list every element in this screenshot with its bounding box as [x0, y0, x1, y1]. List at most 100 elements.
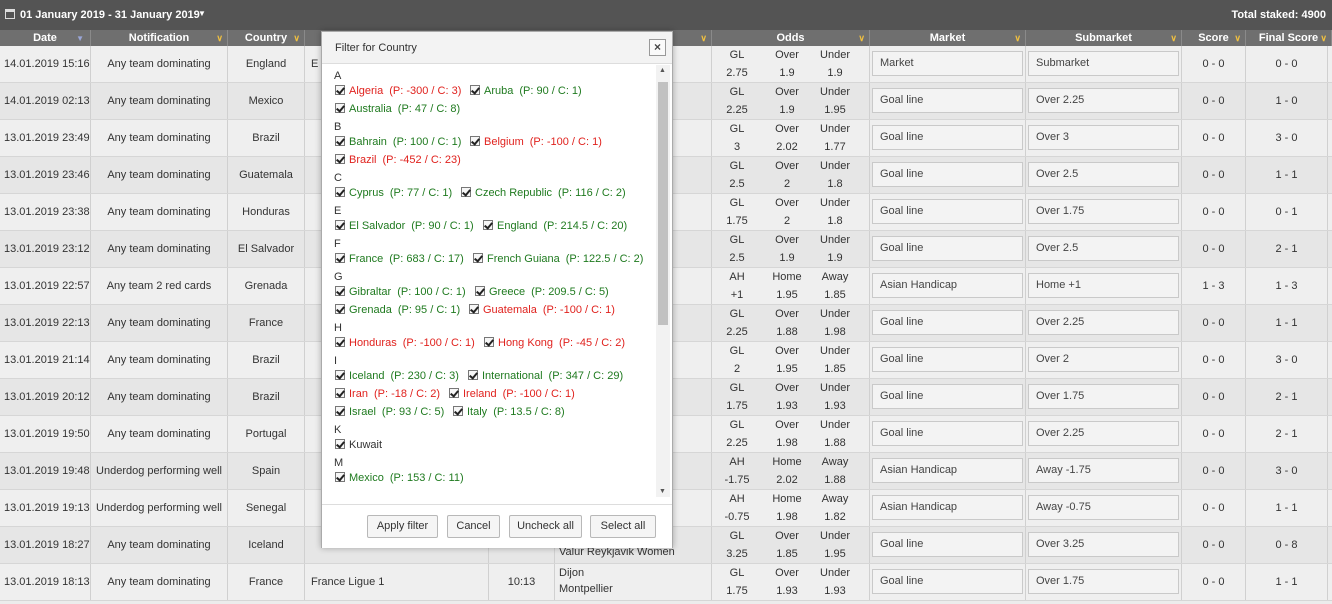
- submarket-field[interactable]: Over 1.75: [1028, 569, 1179, 594]
- apply-filter-button[interactable]: Apply filter: [367, 515, 438, 538]
- date-range-picker[interactable]: 01 January 2019 - 31 January 2019: [20, 9, 200, 21]
- country-checkbox[interactable]: Hong Kong (P: -45 / C: 2): [484, 337, 625, 349]
- caret-down-icon[interactable]: ▼: [198, 9, 206, 18]
- checkbox-checked-icon[interactable]: [335, 136, 345, 146]
- country-checkbox[interactable]: Gibraltar (P: 100 / C: 1): [335, 286, 466, 298]
- country-checkbox[interactable]: Belgium (P: -100 / C: 1): [470, 136, 602, 148]
- country-checkbox[interactable]: England (P: 214.5 / C: 20): [483, 220, 627, 232]
- country-checkbox[interactable]: Mexico (P: 153 / C: 11): [335, 472, 464, 484]
- country-checkbox[interactable]: French Guiana (P: 122.5 / C: 2): [473, 253, 643, 265]
- country-checkbox[interactable]: Algeria (P: -300 / C: 3): [335, 85, 461, 97]
- submarket-field[interactable]: Over 2: [1028, 347, 1179, 372]
- checkbox-checked-icon[interactable]: [475, 286, 485, 296]
- market-field[interactable]: Asian Handicap: [872, 495, 1023, 520]
- uncheck-all-button[interactable]: Uncheck all: [509, 515, 582, 538]
- checkbox-checked-icon[interactable]: [335, 220, 345, 230]
- chevron-down-icon[interactable]: ∨: [1014, 30, 1021, 46]
- country-checkbox[interactable]: Australia (P: 47 / C: 8): [335, 103, 460, 115]
- checkbox-checked-icon[interactable]: [335, 388, 345, 398]
- scroll-down-icon[interactable]: ▼: [659, 488, 666, 495]
- column-header-final-score[interactable]: Final Score ∨: [1246, 30, 1332, 46]
- table-row[interactable]: 13.01.2019 18:13 Any team dominating Franc…: [0, 564, 1332, 601]
- checkbox-checked-icon[interactable]: [473, 253, 483, 263]
- market-field[interactable]: Goal line: [872, 310, 1023, 335]
- submarket-field[interactable]: Over 2.25: [1028, 310, 1179, 335]
- country-checkbox[interactable]: Iran (P: -18 / C: 2): [335, 388, 440, 400]
- country-checkbox[interactable]: Brazil (P: -452 / C: 23): [335, 154, 461, 166]
- submarket-field[interactable]: Over 2.25: [1028, 88, 1179, 113]
- column-header-submarket[interactable]: Submarket ∨: [1026, 30, 1182, 46]
- market-field[interactable]: Goal line: [872, 199, 1023, 224]
- submarket-field[interactable]: Away -0.75: [1028, 495, 1179, 520]
- chevron-down-icon[interactable]: ∨: [1234, 30, 1241, 46]
- checkbox-checked-icon[interactable]: [461, 187, 471, 197]
- submarket-field[interactable]: Over 2.5: [1028, 236, 1179, 261]
- chevron-down-icon[interactable]: ∨: [1320, 30, 1327, 46]
- country-list[interactable]: A Algeria (P: -300 / C: 3) Aruba (P: 90 / C:…: [322, 64, 672, 504]
- market-field[interactable]: Goal line: [872, 125, 1023, 150]
- checkbox-checked-icon[interactable]: [335, 253, 345, 263]
- market-field[interactable]: Goal line: [872, 532, 1023, 557]
- submarket-field[interactable]: Over 2.25: [1028, 421, 1179, 446]
- country-checkbox[interactable]: Kuwait: [335, 439, 388, 451]
- market-field[interactable]: Goal line: [872, 236, 1023, 261]
- select-all-button[interactable]: Select all: [590, 515, 656, 538]
- sort-desc-icon[interactable]: ▼: [76, 31, 84, 47]
- market-field[interactable]: Goal line: [872, 347, 1023, 372]
- submarket-field[interactable]: Submarket: [1028, 51, 1179, 76]
- checkbox-checked-icon[interactable]: [470, 136, 480, 146]
- market-field[interactable]: Market: [872, 51, 1023, 76]
- chevron-down-icon[interactable]: ∨: [858, 30, 865, 46]
- checkbox-checked-icon[interactable]: [468, 370, 478, 380]
- country-checkbox[interactable]: France (P: 683 / C: 17): [335, 253, 464, 265]
- checkbox-checked-icon[interactable]: [335, 187, 345, 197]
- checkbox-checked-icon[interactable]: [449, 388, 459, 398]
- country-checkbox[interactable]: Aruba (P: 90 / C: 1): [470, 85, 582, 97]
- column-header-market[interactable]: Market ∨: [870, 30, 1026, 46]
- cancel-button[interactable]: Cancel: [447, 515, 500, 538]
- checkbox-checked-icon[interactable]: [469, 304, 479, 314]
- checkbox-checked-icon[interactable]: [335, 472, 345, 482]
- country-checkbox[interactable]: Italy (P: 13.5 / C: 8): [453, 406, 565, 418]
- chevron-down-icon[interactable]: ∨: [293, 30, 300, 46]
- scrollbar-thumb[interactable]: [658, 82, 668, 325]
- submarket-field[interactable]: Home +1: [1028, 273, 1179, 298]
- chevron-down-icon[interactable]: ∨: [216, 30, 223, 46]
- checkbox-checked-icon[interactable]: [335, 337, 345, 347]
- country-checkbox[interactable]: Czech Republic (P: 116 / C: 2): [461, 187, 626, 199]
- dialog-scrollbar[interactable]: ▲ ▼: [656, 65, 670, 497]
- submarket-field[interactable]: Over 1.75: [1028, 384, 1179, 409]
- checkbox-checked-icon[interactable]: [470, 85, 480, 95]
- chevron-down-icon[interactable]: ∨: [700, 30, 707, 46]
- country-checkbox[interactable]: Honduras (P: -100 / C: 1): [335, 337, 475, 349]
- country-checkbox[interactable]: Israel (P: 93 / C: 5): [335, 406, 444, 418]
- submarket-field[interactable]: Over 3: [1028, 125, 1179, 150]
- checkbox-checked-icon[interactable]: [335, 406, 345, 416]
- country-checkbox[interactable]: Guatemala (P: -100 / C: 1): [469, 304, 615, 316]
- country-checkbox[interactable]: Greece (P: 209.5 / C: 5): [475, 286, 609, 298]
- chevron-down-icon[interactable]: ∨: [1170, 30, 1177, 46]
- submarket-field[interactable]: Over 2.5: [1028, 162, 1179, 187]
- column-header-date[interactable]: Date ▼: [0, 30, 91, 46]
- close-icon[interactable]: ×: [649, 39, 666, 56]
- submarket-field[interactable]: Over 3.25: [1028, 532, 1179, 557]
- scroll-up-icon[interactable]: ▲: [659, 67, 666, 74]
- country-checkbox[interactable]: Grenada (P: 95 / C: 1): [335, 304, 460, 316]
- checkbox-checked-icon[interactable]: [335, 286, 345, 296]
- checkbox-checked-icon[interactable]: [335, 304, 345, 314]
- country-checkbox[interactable]: El Salvador (P: 90 / C: 1): [335, 220, 474, 232]
- submarket-field[interactable]: Over 1.75: [1028, 199, 1179, 224]
- market-field[interactable]: Goal line: [872, 88, 1023, 113]
- checkbox-checked-icon[interactable]: [335, 85, 345, 95]
- checkbox-checked-icon[interactable]: [453, 406, 463, 416]
- column-header-notification[interactable]: Notification ∨: [91, 30, 228, 46]
- market-field[interactable]: Asian Handicap: [872, 458, 1023, 483]
- market-field[interactable]: Goal line: [872, 384, 1023, 409]
- country-checkbox[interactable]: Bahrain (P: 100 / C: 1): [335, 136, 461, 148]
- market-field[interactable]: Asian Handicap: [872, 273, 1023, 298]
- country-checkbox[interactable]: Iceland (P: 230 / C: 3): [335, 370, 459, 382]
- checkbox-checked-icon[interactable]: [483, 220, 493, 230]
- column-header-country[interactable]: Country ∨: [228, 30, 305, 46]
- calendar-icon[interactable]: [5, 9, 15, 19]
- checkbox-checked-icon[interactable]: [484, 337, 494, 347]
